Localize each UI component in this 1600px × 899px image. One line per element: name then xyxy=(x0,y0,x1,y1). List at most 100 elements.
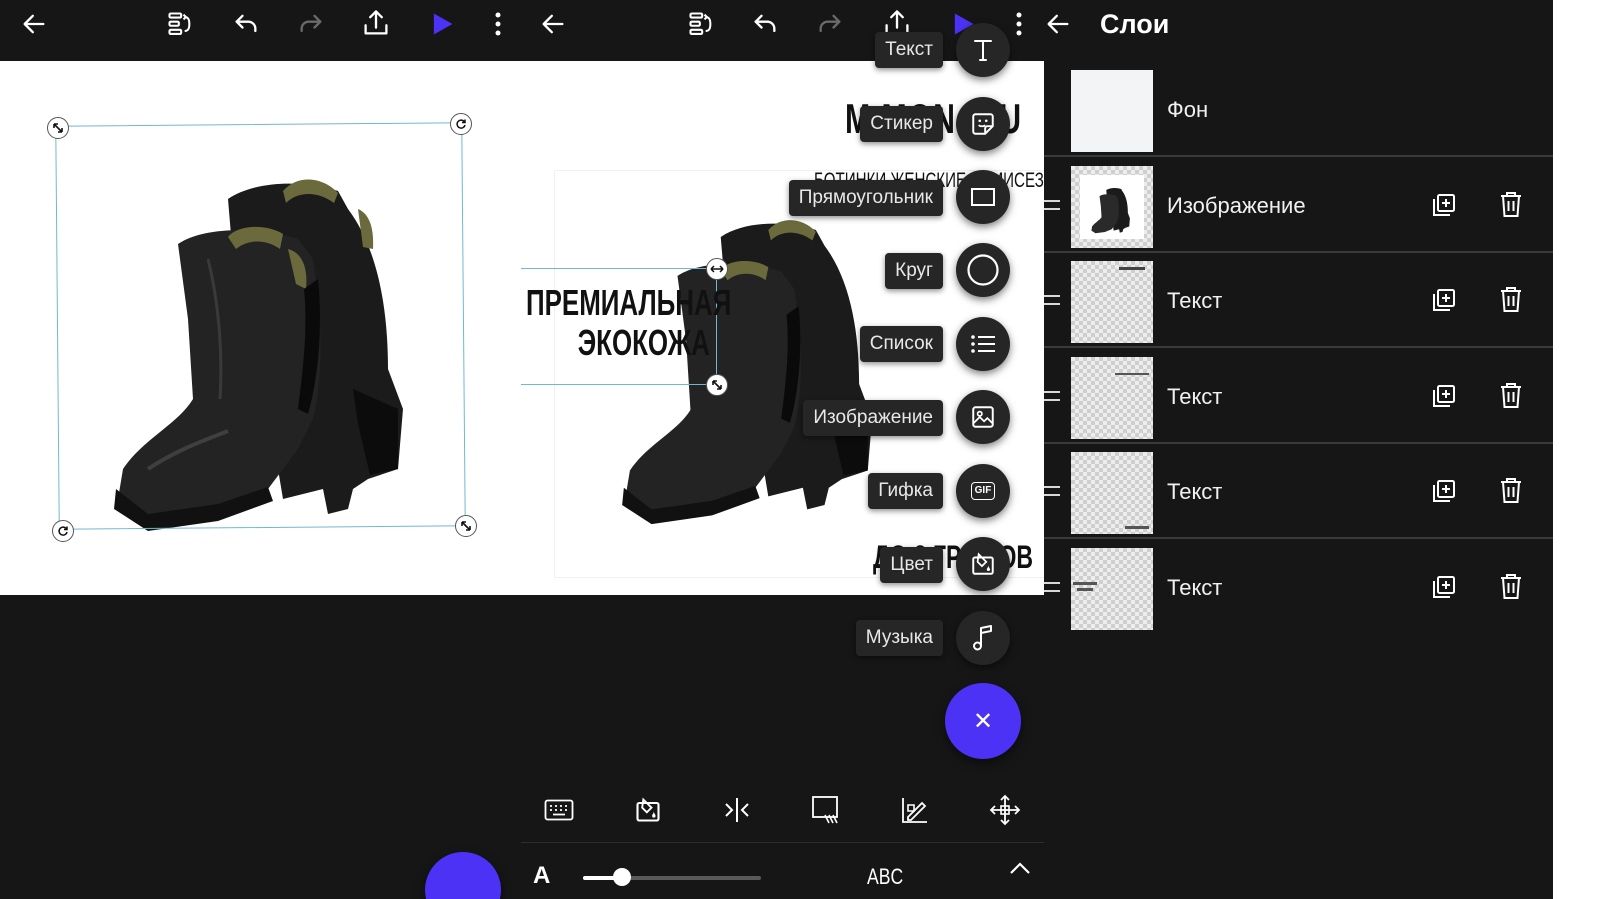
design-canvas[interactable] xyxy=(0,61,521,595)
share-button[interactable] xyxy=(358,4,394,42)
add-copy-icon xyxy=(1433,480,1455,502)
headline-line-1: ПРЕМИАЛЬНАЯ xyxy=(526,282,732,323)
duplicate-layer-button[interactable] xyxy=(1429,285,1459,315)
delete-layer-button[interactable] xyxy=(1496,188,1526,220)
back-button[interactable] xyxy=(1044,6,1072,42)
menu-button-circle[interactable] xyxy=(956,243,1010,297)
text-box-icon xyxy=(812,796,838,824)
layer-row-text[interactable]: Текст xyxy=(1044,444,1553,539)
duplicate-layer-button[interactable] xyxy=(1429,381,1459,411)
layer-row-text[interactable]: Текст xyxy=(1044,253,1553,348)
sticker-icon xyxy=(972,113,994,135)
gif-icon: GIF xyxy=(970,482,996,500)
scale-handle-top-left[interactable] xyxy=(47,117,69,139)
drag-handle-icon[interactable] xyxy=(1044,582,1060,592)
close-menu-fab[interactable]: ✕ xyxy=(945,683,1021,759)
menu-label-circle[interactable]: Круг xyxy=(885,253,943,289)
menu-button-image[interactable] xyxy=(956,390,1010,444)
back-button[interactable] xyxy=(16,6,52,42)
menu-button-sticker[interactable] xyxy=(956,97,1010,151)
menu-button-gif[interactable]: GIF xyxy=(956,464,1010,518)
menu-label-list[interactable]: Список xyxy=(859,326,943,362)
drag-handle-icon[interactable] xyxy=(1044,486,1060,496)
drag-handle-icon[interactable] xyxy=(1044,200,1060,210)
width-handle[interactable] xyxy=(706,258,728,280)
menu-button-rectangle[interactable] xyxy=(956,170,1010,224)
more-button[interactable] xyxy=(1005,6,1033,42)
layers-toggle-button[interactable] xyxy=(162,6,198,42)
editor-panel-image-selected xyxy=(0,0,521,899)
close-icon: ✕ xyxy=(972,707,994,735)
thumbnail-text-mark xyxy=(1077,588,1093,591)
expand-button[interactable] xyxy=(1007,858,1033,878)
delete-layer-button[interactable] xyxy=(1496,379,1526,411)
menu-button-color[interactable] xyxy=(956,537,1010,591)
style-button[interactable] xyxy=(897,792,933,828)
undo-icon xyxy=(235,14,257,33)
menu-label-image[interactable]: Изображение xyxy=(803,400,943,436)
layer-thumbnail xyxy=(1071,70,1153,152)
menu-label-sticker[interactable]: Стикер xyxy=(860,106,943,142)
layers-toggle-button[interactable] xyxy=(683,6,719,42)
chevron-up-icon xyxy=(1010,862,1030,874)
layers-panel: Слои Фон Изображение Текст Текст Текст Т… xyxy=(1044,0,1553,899)
menu-button-music[interactable] xyxy=(956,611,1010,665)
menu-label-rectangle[interactable]: Прямоугольник xyxy=(788,180,943,216)
redo-button[interactable] xyxy=(812,6,848,42)
add-element-fab[interactable] xyxy=(425,852,501,899)
menu-button-text[interactable] xyxy=(956,23,1010,77)
undo-icon xyxy=(754,14,776,33)
menu-button-list[interactable] xyxy=(956,317,1010,371)
menu-label-music[interactable]: Музыка xyxy=(855,620,943,656)
layer-name: Фон xyxy=(1167,97,1209,122)
share-icon xyxy=(364,10,388,35)
delete-layer-button[interactable] xyxy=(1496,570,1526,602)
fill-color-button[interactable] xyxy=(630,792,666,828)
add-copy-icon xyxy=(1433,576,1455,598)
more-button[interactable] xyxy=(484,6,512,42)
keyboard-button[interactable] xyxy=(541,792,577,828)
menu-label-color[interactable]: Цвет xyxy=(880,547,943,583)
menu-label-text[interactable]: Текст xyxy=(875,32,943,68)
align-center-icon xyxy=(725,798,749,822)
align-button[interactable] xyxy=(719,792,755,828)
delete-layer-button[interactable] xyxy=(1496,283,1526,315)
text-box-button[interactable] xyxy=(808,792,844,828)
font-size-slider-thumb[interactable] xyxy=(613,868,631,886)
font-preview-label[interactable]: ABC xyxy=(867,864,903,890)
rotate-handle-top-right[interactable] xyxy=(450,113,472,135)
scale-handle[interactable] xyxy=(706,374,728,396)
menu-label-gif[interactable]: Гифка xyxy=(868,473,943,509)
layer-row-text[interactable]: Текст xyxy=(1044,540,1553,635)
undo-button[interactable] xyxy=(747,6,783,42)
trash-icon xyxy=(1501,574,1521,599)
drag-handle-icon[interactable] xyxy=(1044,391,1060,401)
redo-icon xyxy=(300,14,322,33)
move-button[interactable] xyxy=(987,792,1023,828)
undo-button[interactable] xyxy=(228,6,264,42)
duplicate-layer-button[interactable] xyxy=(1429,476,1459,506)
rectangle-icon xyxy=(971,188,995,206)
scale-handle-bottom-right[interactable] xyxy=(455,515,477,537)
selection-box[interactable] xyxy=(55,122,466,530)
play-button[interactable] xyxy=(424,6,460,42)
layer-thumbnail xyxy=(1071,261,1153,343)
duplicate-layer-button[interactable] xyxy=(1429,190,1459,220)
circle-icon xyxy=(967,254,999,286)
layer-row-background[interactable]: Фон xyxy=(1044,62,1553,157)
back-button[interactable] xyxy=(535,6,571,42)
resize-icon xyxy=(53,123,63,133)
layer-row-image[interactable]: Изображение xyxy=(1044,158,1553,253)
horizontal-resize-icon xyxy=(710,265,724,273)
layers-toggle-icon xyxy=(689,12,712,35)
duplicate-layer-button[interactable] xyxy=(1429,572,1459,602)
layer-name: Текст xyxy=(1167,479,1223,504)
screen-edge xyxy=(1553,0,1600,899)
layer-thumbnail xyxy=(1071,548,1153,630)
delete-layer-button[interactable] xyxy=(1496,474,1526,506)
rotate-handle-bottom-left[interactable] xyxy=(52,520,74,542)
layer-row-text[interactable]: Текст xyxy=(1044,349,1553,444)
drag-handle-icon[interactable] xyxy=(1044,295,1060,305)
canvas-headline-text[interactable]: ПРЕМИАЛЬНАЯ ЭКОКОЖА xyxy=(526,283,731,363)
redo-button[interactable] xyxy=(293,6,329,42)
